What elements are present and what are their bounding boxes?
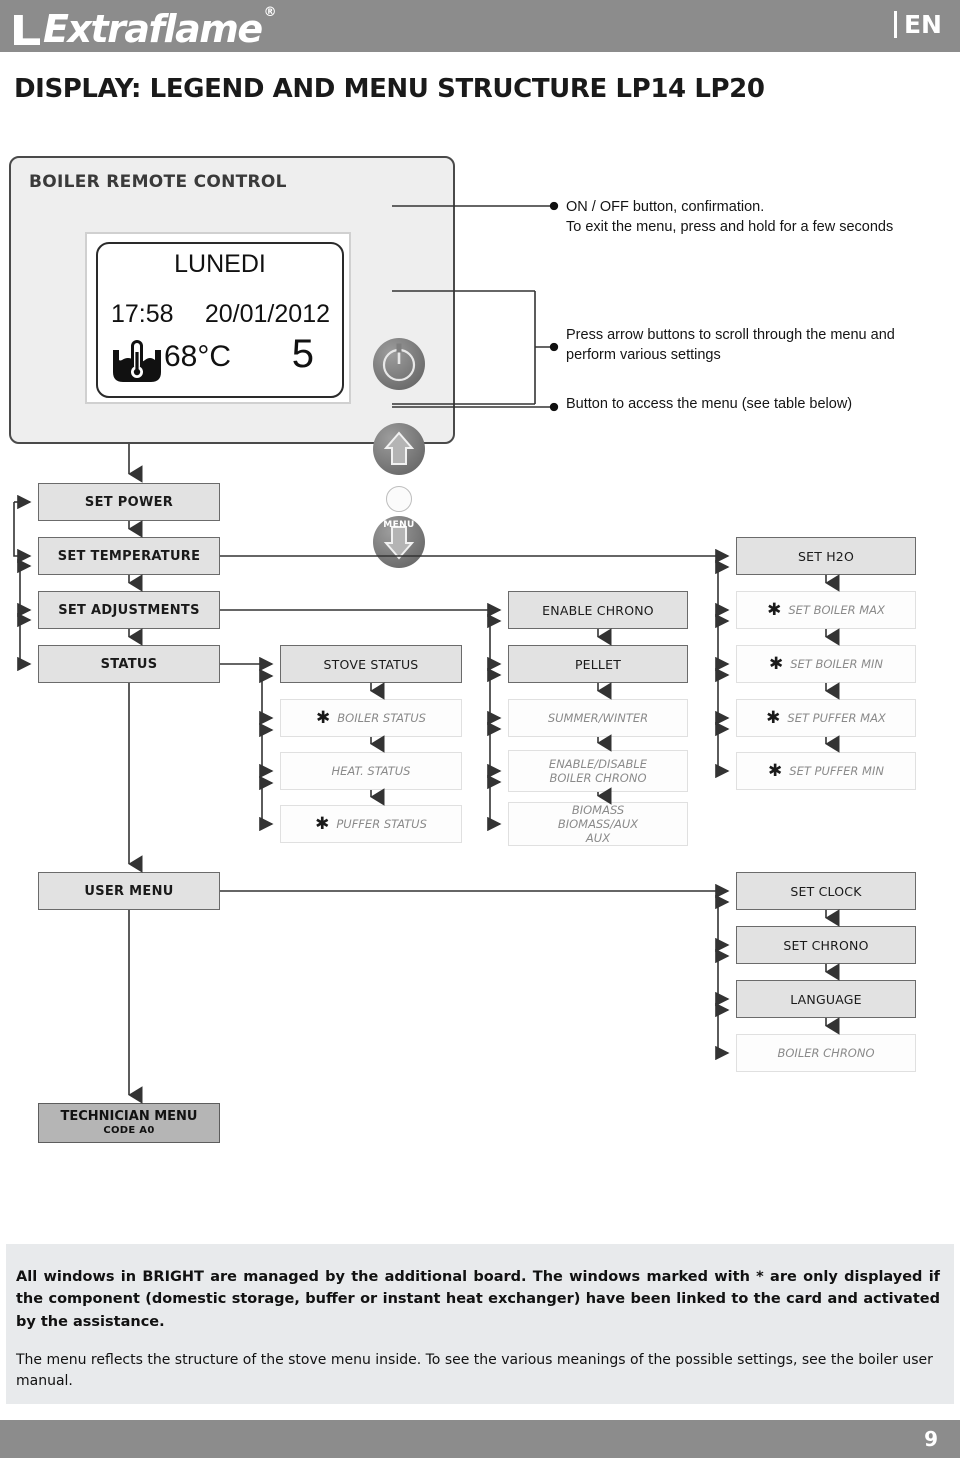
page-title: DISPLAY: LEGEND AND MENU STRUCTURE LP14 … <box>14 74 765 104</box>
node-set-puffer-min[interactable]: ✱ SET PUFFER MIN <box>736 752 916 790</box>
node-language[interactable]: LANGUAGE <box>736 980 916 1018</box>
node-label: SET ADJUSTMENTS <box>58 602 200 618</box>
callout-menu-button: Button to access the menu (see table bel… <box>566 394 958 414</box>
node-stove-status[interactable]: STOVE STATUS <box>280 645 462 683</box>
lcd-bezel: LUNEDI 17:58 20/01/2012 68°C 5 <box>85 232 351 404</box>
callout-3-line1: Button to access the menu (see table bel… <box>566 396 853 412</box>
node-label: ENABLE CHRONO <box>542 602 654 618</box>
node-technician-menu[interactable]: TECHNICIAN MENU CODE A0 <box>38 1103 220 1143</box>
node-label: SET BOILER MIN <box>790 657 884 671</box>
node-label: BIOMASS BIOMASS/AUX AUX <box>557 802 639 846</box>
node-label: BOILER CHRONO <box>777 1046 875 1060</box>
node-label: SUMMER/WINTER <box>547 711 649 725</box>
node-label: SET CLOCK <box>790 883 862 899</box>
menu-button-label: MENU <box>383 520 415 530</box>
led-indicator <box>386 486 412 512</box>
logo-mark-icon <box>14 15 40 45</box>
node-boiler-chrono[interactable]: BOILER CHRONO <box>736 1034 916 1072</box>
node-label: PUFFER STATUS <box>336 817 427 831</box>
registered-mark-icon: ® <box>263 5 277 20</box>
node-puffer-status[interactable]: ✱ PUFFER STATUS <box>280 805 462 843</box>
lcd-time-label: 17:58 <box>111 300 174 328</box>
page-number: 9 <box>924 1427 938 1451</box>
node-label: HEAT. STATUS <box>331 764 411 778</box>
logo-text: Extraflame <box>43 7 263 51</box>
node-enable-disable-boiler-chrono[interactable]: ENABLE/DISABLE BOILER CHRONO <box>508 750 688 792</box>
node-label: BOILER STATUS <box>337 711 426 725</box>
node-label: LANGUAGE <box>790 991 862 1007</box>
node-set-chrono[interactable]: SET CHRONO <box>736 926 916 964</box>
node-label: STATUS <box>100 656 158 672</box>
node-set-puffer-max[interactable]: ✱ SET PUFFER MAX <box>736 699 916 737</box>
boiler-remote-control-panel: BOILER REMOTE CONTROL LUNEDI 17:58 20/01… <box>9 156 455 568</box>
node-enable-chrono[interactable]: ENABLE CHRONO <box>508 591 688 629</box>
node-boiler-status[interactable]: ✱ BOILER STATUS <box>280 699 462 737</box>
node-label: USER MENU <box>84 883 174 899</box>
footer-paragraph-2: The menu reflects the structure of the s… <box>16 1352 933 1389</box>
extraflame-logo: Extraflame ® <box>14 5 277 51</box>
node-status[interactable]: STATUS <box>38 645 220 683</box>
power-button[interactable] <box>373 338 425 390</box>
node-set-h2o[interactable]: SET H2O <box>736 537 916 575</box>
node-label: SET BOILER MAX <box>788 603 885 617</box>
callout-2-line1: Press arrow buttons to scroll through th… <box>566 327 895 343</box>
node-set-temperature[interactable]: SET TEMPERATURE <box>38 537 220 575</box>
arrow-up-icon <box>383 431 415 465</box>
node-label: SET H2O <box>797 548 855 564</box>
node-set-power[interactable]: SET POWER <box>38 483 220 521</box>
node-summer-winter[interactable]: SUMMER/WINTER <box>508 699 688 737</box>
node-label-stack: TECHNICIAN MENU CODE A0 <box>61 1109 198 1137</box>
node-set-boiler-min[interactable]: ✱ SET BOILER MIN <box>736 645 916 683</box>
node-label: TECHNICIAN MENU <box>60 1108 198 1124</box>
power-icon <box>382 343 416 382</box>
footer-note-box: All windows in BRIGHT are managed by the… <box>6 1244 954 1404</box>
page-number-bar: 9 <box>0 1420 960 1458</box>
callout-1-line2: To exit the menu, press and hold for a f… <box>566 219 894 235</box>
node-set-boiler-max[interactable]: ✱ SET BOILER MAX <box>736 591 916 629</box>
callout-arrow-buttons: Press arrow buttons to scroll through th… <box>566 325 958 365</box>
node-set-clock[interactable]: SET CLOCK <box>736 872 916 910</box>
callout-2-line2: perform various settings <box>566 347 721 363</box>
callout-power-button: ON / OFF button, confirmation. To exit t… <box>566 197 956 237</box>
lcd-day-label: LUNEDI <box>174 250 266 278</box>
node-label: SET CHRONO <box>783 937 869 953</box>
callout-1-line1: ON / OFF button, confirmation. <box>566 199 765 215</box>
node-biomass-aux[interactable]: BIOMASS BIOMASS/AUX AUX <box>508 802 688 846</box>
language-indicator: EN <box>893 10 942 39</box>
node-label: SET PUFFER MAX <box>787 711 886 725</box>
node-heat-status[interactable]: HEAT. STATUS <box>280 752 462 790</box>
language-label: EN <box>903 10 942 39</box>
node-label: STOVE STATUS <box>323 656 419 672</box>
node-user-menu[interactable]: USER MENU <box>38 872 220 910</box>
lcd-temperature-value: 68°C <box>164 340 232 373</box>
boiler-thermometer-icon <box>113 340 161 382</box>
node-sublabel: CODE A0 <box>103 1124 155 1136</box>
node-label: SET POWER <box>84 494 174 510</box>
arrow-up-button[interactable] <box>373 423 425 475</box>
lcd-power-level-value: 5 <box>291 332 314 376</box>
node-label: SET TEMPERATURE <box>57 548 201 564</box>
node-label: SET PUFFER MIN <box>789 764 884 778</box>
footer-paragraph-1: All windows in BRIGHT are managed by the… <box>16 1269 940 1330</box>
language-divider-icon <box>893 11 897 38</box>
node-set-adjustments[interactable]: SET ADJUSTMENTS <box>38 591 220 629</box>
lcd-date-label: 20/01/2012 <box>204 300 330 328</box>
node-label: ENABLE/DISABLE BOILER CHRONO <box>548 756 648 785</box>
lcd-screen: LUNEDI 17:58 20/01/2012 68°C 5 <box>96 242 344 398</box>
panel-title: BOILER REMOTE CONTROL <box>29 172 287 192</box>
node-pellet[interactable]: PELLET <box>508 645 688 683</box>
node-label: PELLET <box>574 656 622 672</box>
